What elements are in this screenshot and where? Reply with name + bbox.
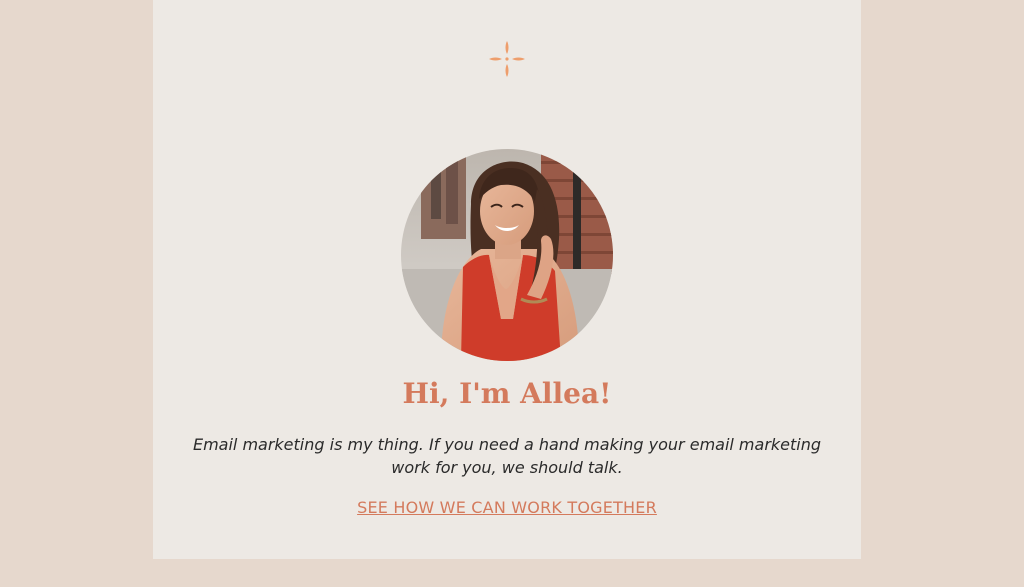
sparkle-logo-icon [489, 41, 525, 77]
work-together-link[interactable]: SEE HOW WE CAN WORK TOGETHER [153, 496, 861, 520]
intro-text: Email marketing is my thing. If you need… [192, 435, 822, 477]
content-card: Hi, I'm Allea! Email marketing is my thi… [153, 0, 861, 559]
profile-photo [401, 149, 613, 361]
greeting-heading: Hi, I'm Allea! [402, 377, 612, 410]
